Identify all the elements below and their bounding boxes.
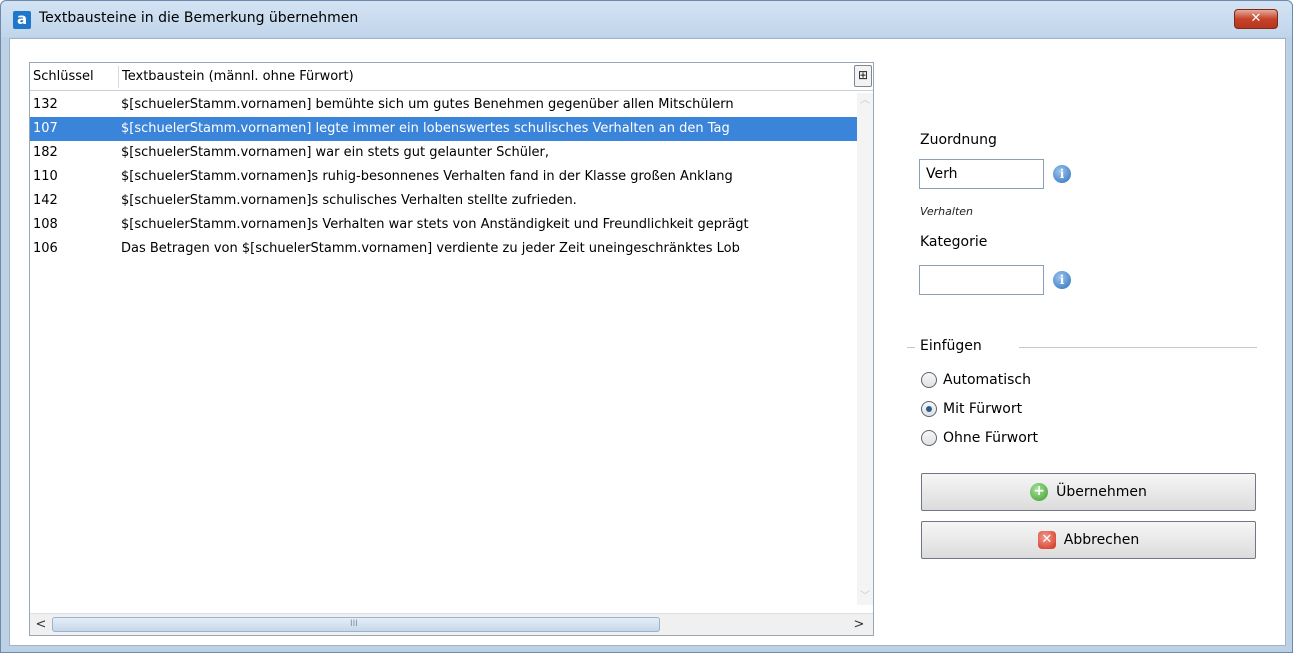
row-key: 182 xyxy=(33,145,58,160)
row-key: 107 xyxy=(33,121,58,136)
abbrechen-button[interactable]: ✕ Abbrechen xyxy=(921,521,1256,559)
scroll-down-icon[interactable]: ﹀ xyxy=(859,591,871,603)
row-text: $[schuelerStamm.vornamen] war ein stets … xyxy=(121,145,550,160)
radio-mit-fuerwort[interactable]: Mit Fürwort xyxy=(921,401,1022,417)
zuordnung-info-icon[interactable]: i xyxy=(1053,165,1071,183)
add-icon: + xyxy=(1030,483,1049,501)
table-row[interactable]: 108 $[schuelerStamm.vornamen]s Verhalten… xyxy=(30,213,864,237)
row-text: $[schuelerStamm.vornamen]s schulisches V… xyxy=(121,193,577,208)
scroll-grip-icon: III xyxy=(350,619,358,629)
row-key: 110 xyxy=(33,169,58,184)
row-text: $[schuelerStamm.vornamen]s Verhalten war… xyxy=(121,217,749,232)
title-bar: a Textbausteine in die Bemerkung überneh… xyxy=(1,1,1292,37)
group-divider xyxy=(1019,347,1257,348)
scroll-left-button[interactable]: < xyxy=(31,616,51,633)
row-key: 132 xyxy=(33,97,58,112)
table-row[interactable]: 110 $[schuelerStamm.vornamen]s ruhig-bes… xyxy=(30,165,864,189)
radio-label: Automatisch xyxy=(943,372,1031,388)
abbrechen-label: Abbrechen xyxy=(1063,532,1140,548)
zuordnung-label: Zuordnung xyxy=(920,132,997,148)
dialog-content: Schlüssel Textbaustein (männl. ohne Fürw… xyxy=(9,38,1286,646)
vertical-scrollbar[interactable]: ︿ ﹀ xyxy=(857,93,873,605)
radio-ohne-fuerwort[interactable]: Ohne Fürwort xyxy=(921,430,1038,446)
cancel-icon: ✕ xyxy=(1037,531,1056,549)
row-key: 108 xyxy=(33,217,58,232)
kategorie-label: Kategorie xyxy=(920,234,988,250)
uebernehmen-label: Übernehmen xyxy=(1056,484,1147,500)
table-row[interactable]: 182 $[schuelerStamm.vornamen] war ein st… xyxy=(30,141,864,165)
close-button[interactable]: ✕ xyxy=(1234,9,1278,29)
zuordnung-hint: Verhalten xyxy=(920,205,973,218)
group-divider xyxy=(907,347,915,348)
column-header-schluessel[interactable]: Schlüssel xyxy=(33,69,94,84)
textbaustein-grid: Schlüssel Textbaustein (männl. ohne Fürw… xyxy=(29,62,874,636)
grid-rows: 132 $[schuelerStamm.vornamen] bemühte si… xyxy=(30,93,864,261)
zuordnung-input[interactable] xyxy=(919,159,1044,189)
column-separator[interactable] xyxy=(118,66,119,88)
column-header-textbaustein[interactable]: Textbaustein (männl. ohne Fürwort) xyxy=(122,69,354,84)
row-text: $[schuelerStamm.vornamen]s ruhig-besonne… xyxy=(121,169,733,184)
horizontal-scroll-thumb[interactable]: III xyxy=(52,617,660,632)
row-text: $[schuelerStamm.vornamen] bemühte sich u… xyxy=(121,97,734,112)
table-row-selected[interactable]: 107 $[schuelerStamm.vornamen] legte imme… xyxy=(30,117,864,141)
radio-label: Mit Fürwort xyxy=(943,401,1023,417)
dialog-window: a Textbausteine in die Bemerkung überneh… xyxy=(0,0,1293,653)
scroll-right-button[interactable]: > xyxy=(849,616,869,633)
radio-indicator[interactable] xyxy=(921,430,937,446)
row-text: $[schuelerStamm.vornamen] legte immer ei… xyxy=(121,121,730,136)
app-logo-icon: a xyxy=(13,11,31,29)
column-chooser-button[interactable]: ⊞ xyxy=(854,65,872,87)
radio-indicator[interactable] xyxy=(921,372,937,388)
uebernehmen-button[interactable]: + Übernehmen xyxy=(921,473,1256,511)
scroll-up-icon[interactable]: ︿ xyxy=(859,95,871,107)
table-row[interactable]: 106 Das Betragen von $[schuelerStamm.vor… xyxy=(30,237,864,261)
grid-header: Schlüssel Textbaustein (männl. ohne Fürw… xyxy=(30,63,873,91)
radio-indicator-checked[interactable] xyxy=(921,401,937,417)
table-row[interactable]: 132 $[schuelerStamm.vornamen] bemühte si… xyxy=(30,93,864,117)
radio-automatisch[interactable]: Automatisch xyxy=(921,372,1031,388)
radio-label: Ohne Fürwort xyxy=(943,430,1039,446)
kategorie-input[interactable] xyxy=(919,265,1044,295)
row-key: 142 xyxy=(33,193,58,208)
window-title: Textbausteine in die Bemerkung übernehme… xyxy=(39,10,359,26)
kategorie-info-icon[interactable]: i xyxy=(1053,271,1071,289)
table-row[interactable]: 142 $[schuelerStamm.vornamen]s schulisch… xyxy=(30,189,864,213)
einfuegen-group-label: Einfügen xyxy=(920,338,982,354)
horizontal-scrollbar[interactable]: < III > xyxy=(30,613,873,635)
row-key: 106 xyxy=(33,241,58,256)
row-text: Das Betragen von $[schuelerStamm.vorname… xyxy=(121,241,740,256)
